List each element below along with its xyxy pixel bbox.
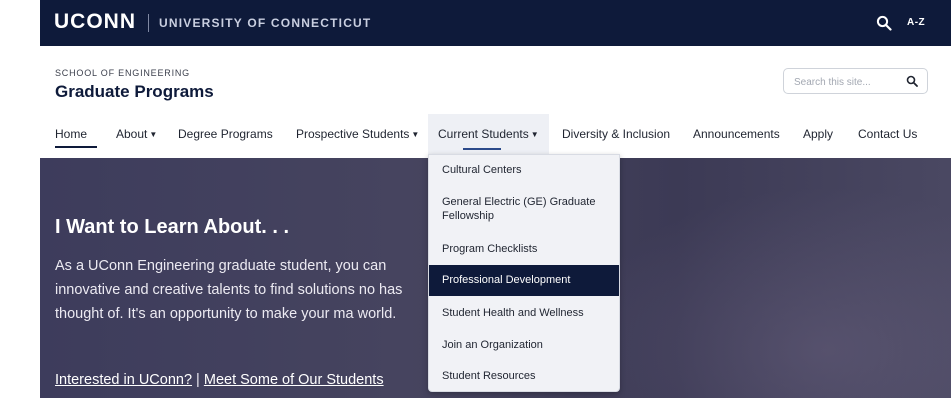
dropdown-item-program-checklists[interactable]: Program Checklists [429,242,619,256]
caret-down-icon: ▼ [149,130,158,139]
caret-down-icon: ▼ [411,130,420,139]
nav-open-indicator [463,148,501,150]
nav-diversity-inclusion[interactable]: Diversity & Inclusion [562,114,670,154]
hero-links: Interested in UConn? | Meet Some of Our … [55,372,384,388]
caret-down-icon: ▼ [530,130,539,139]
nav-current-students[interactable]: Current Students ▼ [428,114,549,154]
site-search-box [783,68,928,94]
nav-prospective-students-label: Prospective Students [296,127,410,141]
nav-contact-us[interactable]: Contact Us [858,114,917,154]
dropdown-item-health-wellness[interactable]: Student Health and Wellness [429,306,619,320]
dropdown-item-ge-fellowship[interactable]: General Electric (GE) Graduate Fellowshi… [429,195,609,223]
nav-active-indicator [55,146,97,148]
dropdown-item-join-organization[interactable]: Join an Organization [429,338,619,352]
nav-degree-programs-label: Degree Programs [178,127,273,141]
nav-contact-us-label: Contact Us [858,127,918,141]
hero-title: I Want to Learn About. . . [55,216,290,238]
dropdown-item-professional-development[interactable]: Professional Development [429,265,619,296]
search-submit-icon[interactable] [906,75,918,87]
main-nav: Home About ▼ Degree Programs Prospective … [40,114,951,158]
hero-link-separator: | [192,372,204,388]
nav-about-label: About [116,127,148,141]
uconn-logo[interactable]: UCONN [54,10,136,34]
interested-in-uconn-link[interactable]: Interested in UConn? [55,372,192,388]
meet-our-students-link[interactable]: Meet Some of Our Students [204,372,384,388]
dropdown-item-cultural-centers[interactable]: Cultural Centers [429,163,619,177]
nav-about[interactable]: About ▼ [116,114,157,154]
site-search-input[interactable] [792,73,896,91]
university-name[interactable]: UNIVERSITY OF CONNECTICUT [159,16,371,30]
page-frame: UCONN UNIVERSITY OF CONNECTICUT A-Z SCHO… [40,0,951,398]
nav-announcements[interactable]: Announcements [693,114,780,154]
nav-apply[interactable]: Apply [803,114,833,154]
site-title[interactable]: Graduate Programs [55,82,214,102]
nav-degree-programs[interactable]: Degree Programs [178,114,273,154]
a-z-index-link[interactable]: A-Z [907,17,925,28]
brand-divider [148,14,149,32]
search-icon[interactable] [876,15,892,31]
nav-current-students-label: Current Students [438,127,529,141]
nav-announcements-label: Announcements [693,127,780,141]
school-name[interactable]: SCHOOL OF ENGINEERING [55,68,190,78]
nav-diversity-inclusion-label: Diversity & Inclusion [562,127,671,141]
dropdown-item-student-resources[interactable]: Student Resources [429,369,619,383]
hero-text: As a UConn Engineering graduate student,… [55,258,403,322]
nav-home-label: Home [55,127,88,141]
current-students-dropdown: Cultural Centers General Electric (GE) G… [428,154,620,392]
nav-prospective-students[interactable]: Prospective Students ▼ [296,114,419,154]
top-brand-bar: UCONN UNIVERSITY OF CONNECTICUT A-Z [40,0,951,46]
nav-apply-label: Apply [803,127,834,141]
nav-home[interactable]: Home [55,114,97,154]
